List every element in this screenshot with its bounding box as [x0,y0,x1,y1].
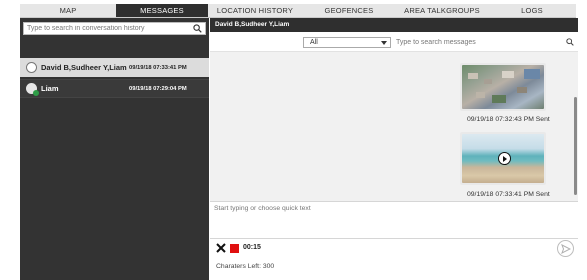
recording-timer: 00:15 [243,244,261,251]
compose-area [210,201,578,239]
tab-messages[interactable]: MESSAGES [116,4,208,17]
recording-bar: 00:15 [210,239,578,259]
message-thread[interactable]: 09/19/18 07:32:43 PM Sent 09/19/18 07:33… [210,52,578,201]
conversation-item-liam[interactable]: Liam 09/19/18 07:29:04 PM [20,79,209,98]
user-avatar-icon [26,83,39,96]
message-filter-dropdown[interactable]: All [303,37,391,48]
play-icon[interactable] [498,152,511,165]
message-search [393,36,578,48]
close-icon[interactable] [216,243,226,253]
conversation-item-group[interactable]: David B,Sudheer Y,Liam 09/19/18 07:33:41… [20,58,209,77]
conversation-time: 09/19/18 07:33:41 PM [129,64,187,71]
video-message[interactable] [460,132,546,185]
search-icon[interactable] [566,38,574,46]
conversation-search-input[interactable] [24,23,189,34]
characters-left: Charaters Left: 300 [216,263,275,270]
tab-area-talkgroups[interactable]: AREA TALKGROUPS [396,4,488,17]
send-button[interactable] [557,240,574,257]
tab-logs[interactable]: LOGS [488,4,576,17]
image-thumbnail [462,65,544,109]
group-avatar-icon [26,62,37,73]
tab-map[interactable]: MAP [20,4,116,17]
filter-selected-value: All [310,39,318,46]
tab-geofences[interactable]: GEOFENCES [302,4,396,17]
message-search-input[interactable] [393,36,553,48]
conversation-time: 09/19/18 07:29:04 PM [129,85,187,92]
send-icon [561,244,571,254]
image-message[interactable] [460,63,546,111]
chat-filter-bar: All [210,32,578,52]
search-icon[interactable] [193,24,202,33]
message-timestamp: 09/19/18 07:33:41 PM Sent [467,191,550,198]
top-nav: MAP MESSAGES LOCATION HISTORY GEOFENCES … [20,4,576,18]
scrollbar[interactable] [574,97,577,195]
conversation-search [23,22,206,35]
conversation-sidebar: David B,Sudheer Y,Liam 09/19/18 07:33:41… [20,18,209,280]
message-input[interactable] [210,202,574,236]
conversation-name: David B,Sudheer Y,Liam [41,63,127,72]
message-timestamp: 09/19/18 07:32:43 PM Sent [467,116,550,123]
online-status-icon [33,90,39,96]
conversation-name: Liam [41,84,59,93]
chat-header-title: David B,Sudheer Y,Liam [210,18,578,32]
tab-location-history[interactable]: LOCATION HISTORY [208,4,302,17]
video-thumbnail [462,134,544,183]
chevron-down-icon [381,41,387,45]
stop-recording-button[interactable] [230,244,239,253]
chat-panel: David B,Sudheer Y,Liam All Type to searc… [210,18,578,280]
